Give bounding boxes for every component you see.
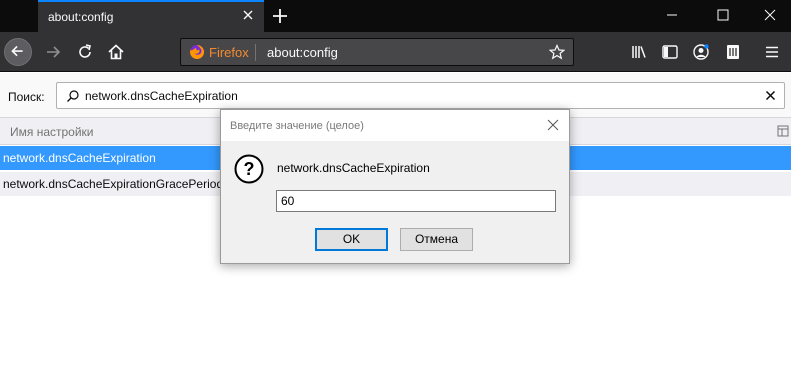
tab-title: about:config xyxy=(48,10,114,24)
identity-label: Firefox xyxy=(209,45,249,60)
svg-text:?: ? xyxy=(244,159,255,179)
plus-icon[interactable] xyxy=(270,6,290,26)
back-button[interactable] xyxy=(4,38,32,66)
hamburger-menu-icon[interactable] xyxy=(763,43,781,61)
close-icon[interactable] xyxy=(763,8,777,22)
star-icon[interactable] xyxy=(549,44,565,60)
arrow-left-icon xyxy=(11,45,23,57)
url-bar[interactable]: Firefox about:config xyxy=(180,38,574,66)
ok-button[interactable]: OK xyxy=(315,228,388,251)
close-icon[interactable] xyxy=(547,119,559,131)
dialog-titlebar: Введите значение (целое) xyxy=(221,110,569,141)
arrow-right-icon[interactable] xyxy=(44,43,62,61)
url-separator xyxy=(255,44,256,61)
reload-icon[interactable] xyxy=(76,43,94,61)
navigation-toolbar: Firefox about:config xyxy=(0,32,791,72)
maximize-icon[interactable] xyxy=(716,8,730,22)
minimize-icon[interactable] xyxy=(665,8,679,22)
search-label: Поиск: xyxy=(8,90,45,104)
tab-strip: about:config xyxy=(0,0,791,32)
clear-icon[interactable] xyxy=(765,90,776,101)
library-icon[interactable] xyxy=(630,43,648,61)
extension-icon[interactable] xyxy=(724,43,742,61)
account-icon[interactable] xyxy=(692,43,710,61)
preference-name: network.dnsCacheExpiration xyxy=(3,151,156,165)
dialog-title: Введите значение (целое) xyxy=(230,120,364,132)
preference-name: network.dnsCacheExpirationGracePeriod xyxy=(3,177,224,191)
tab-about-config[interactable]: about:config xyxy=(38,0,264,32)
home-icon[interactable] xyxy=(107,43,125,61)
value-input[interactable] xyxy=(276,190,556,212)
question-icon: ? xyxy=(234,154,264,184)
integer-value-dialog: Введите значение (целое) ? network.dnsCa… xyxy=(220,109,570,264)
search-input[interactable]: network.dnsCacheExpiration xyxy=(56,82,785,109)
search-icon xyxy=(67,90,79,102)
column-picker-icon[interactable] xyxy=(777,125,789,137)
dialog-message: network.dnsCacheExpiration xyxy=(277,161,430,175)
cancel-button[interactable]: Отмена xyxy=(400,228,473,251)
firefox-logo-icon xyxy=(190,44,205,59)
sidebar-icon[interactable] xyxy=(661,43,679,61)
column-header-name[interactable]: Имя настройки xyxy=(10,125,94,139)
url-text[interactable]: about:config xyxy=(267,45,338,60)
search-value[interactable]: network.dnsCacheExpiration xyxy=(85,89,238,103)
close-icon[interactable] xyxy=(242,9,254,21)
